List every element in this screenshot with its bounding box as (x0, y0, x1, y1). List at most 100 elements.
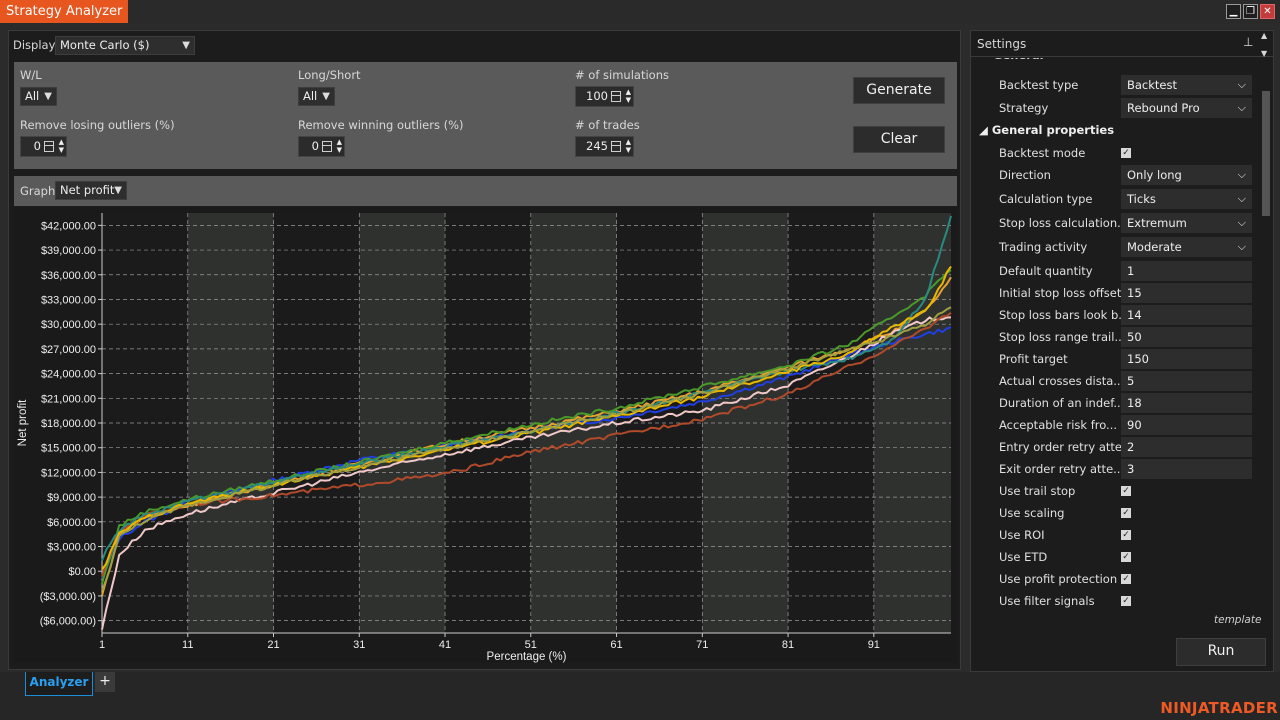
display-select[interactable]: Monte Carlo ($) ▼ (55, 36, 195, 55)
graph-bar: Graph Net profit ▼ (14, 176, 957, 206)
y-tick-label: $0.00 (68, 566, 96, 578)
generate-button[interactable]: Generate (853, 77, 945, 104)
calculation-type-select[interactable]: Ticks ⌵ (1121, 189, 1252, 209)
graph-select[interactable]: Net profit ▼ (55, 181, 127, 200)
actual-crosses-dista-input[interactable]: 5 (1121, 371, 1252, 391)
setting-row-use-trail-stop: Use trail stop ✓ (971, 480, 1253, 502)
close-button[interactable]: ✕ (1260, 4, 1275, 19)
sims-input[interactable]: 100 ▲ ▼ (575, 86, 634, 107)
remove-winning-input[interactable]: 0 ▲ ▼ (298, 136, 345, 157)
exit-order-retry-atte-label: Exit order retry atte... (999, 462, 1125, 476)
close-icon: ✕ (1263, 6, 1272, 17)
y-tick-label: $27,000.00 (41, 344, 96, 356)
chevron-down-icon: ▼ (114, 185, 122, 196)
wl-label: W/L (20, 68, 42, 82)
y-tick-label: $30,000.00 (41, 319, 96, 331)
stop-loss-bars-look-b-label: Stop loss bars look b... (999, 308, 1130, 322)
template-label[interactable]: template (1214, 614, 1261, 626)
stop-loss-range-trail-input[interactable]: 50 (1121, 327, 1252, 347)
caret-down-icon: ◢ (979, 123, 992, 137)
spinner-icon[interactable]: ▲ ▼ (59, 138, 64, 154)
wl-select[interactable]: All ▼ (20, 87, 57, 106)
spinner-icon[interactable]: ▲ ▼ (337, 138, 342, 154)
y-tick-label: $39,000.00 (41, 245, 96, 257)
setting-row-default-quantity: Default quantity 1 (971, 260, 1253, 282)
use-etd-checkbox[interactable]: ✓ (1121, 552, 1131, 562)
longshort-label: Long/Short (298, 68, 361, 82)
run-button[interactable]: Run (1176, 638, 1266, 666)
duration-of-an-indef-label: Duration of an indef... (999, 396, 1125, 410)
wl-value: All (25, 89, 40, 103)
checkmark-icon: ✓ (1122, 574, 1130, 584)
pin-icon[interactable]: ⊥ (1243, 35, 1253, 49)
spinner-icon[interactable]: ▲ ▼ (626, 88, 631, 104)
stop-loss-calculation-select[interactable]: Extremum ⌵ (1121, 213, 1252, 233)
y-tick-label: $24,000.00 (41, 369, 96, 381)
stop-loss-bars-look-b-input[interactable]: 14 (1121, 305, 1252, 325)
use-roi-checkbox[interactable]: ✓ (1121, 530, 1131, 540)
x-tick-label: 1 (99, 639, 105, 651)
scroll-arrows-icon[interactable]: ▲ ▼ (1261, 31, 1267, 58)
setting-row-actual-crosses-dista: Actual crosses dista... 5 (971, 370, 1253, 392)
spinner-icon[interactable]: ▲ ▼ (626, 138, 631, 154)
setting-row-use-profit-protection: Use profit protection ✓ (971, 568, 1253, 590)
strategy-select[interactable]: Rebound Pro ⌵ (1121, 98, 1252, 118)
calculator-icon[interactable] (44, 141, 54, 152)
direction-value: Only long (1127, 168, 1182, 182)
chevron-down-icon: ▼ (44, 91, 52, 102)
calculator-icon[interactable] (322, 141, 332, 152)
profit-target-input[interactable]: 150 (1121, 349, 1252, 369)
initial-stop-loss-offset-input[interactable]: 15 (1121, 283, 1252, 303)
setting-row-calculation-type: Calculation type Ticks ⌵ (971, 188, 1253, 210)
graph-value: Net profit (60, 183, 115, 197)
chevron-down-icon: ▼ (182, 40, 190, 51)
chevron-down-icon: ⌵ (1237, 78, 1246, 91)
add-tab-button[interactable]: + (95, 672, 115, 692)
section-general-properties[interactable]: ◢ General properties (979, 123, 1114, 137)
minimize-button[interactable]: ▁ (1226, 4, 1241, 19)
calculator-icon[interactable] (611, 91, 621, 102)
exit-order-retry-atte-input[interactable]: 3 (1121, 459, 1252, 479)
default-quantity-label: Default quantity (999, 264, 1093, 278)
direction-select[interactable]: Only long ⌵ (1121, 165, 1252, 185)
tab-analyzer[interactable]: Analyzer (25, 672, 93, 696)
section-general[interactable]: General (993, 58, 1044, 62)
x-tick-label: 31 (353, 639, 365, 651)
duration-of-an-indef-input[interactable]: 18 (1121, 393, 1252, 413)
use-scaling-checkbox[interactable]: ✓ (1121, 508, 1131, 518)
y-tick-label: $33,000.00 (41, 294, 96, 306)
clear-button[interactable]: Clear (853, 126, 945, 153)
backtest-mode-checkbox[interactable]: ✓ (1121, 148, 1131, 158)
chevron-down-icon: ⌵ (1237, 168, 1246, 181)
use-scaling-label: Use scaling (999, 506, 1065, 520)
use-trail-stop-checkbox[interactable]: ✓ (1121, 486, 1131, 496)
trading-activity-select[interactable]: Moderate ⌵ (1121, 237, 1252, 257)
use-filter-signals-checkbox[interactable]: ✓ (1121, 596, 1131, 606)
checkmark-icon: ✓ (1122, 552, 1130, 562)
backtest-type-select[interactable]: Backtest ⌵ (1121, 75, 1252, 95)
calculator-icon[interactable] (611, 141, 621, 152)
checkmark-icon: ✓ (1122, 486, 1130, 496)
y-tick-label: $12,000.00 (41, 467, 96, 479)
default-quantity-input[interactable]: 1 (1121, 261, 1252, 281)
x-tick-label: 81 (782, 639, 794, 651)
trades-input[interactable]: 245 ▲ ▼ (575, 136, 634, 157)
settings-scrollbar[interactable] (1261, 61, 1271, 631)
display-value: Monte Carlo ($) (60, 38, 150, 52)
entry-order-retry-atte-input[interactable]: 2 (1121, 437, 1252, 457)
setting-row-use-scaling: Use scaling ✓ (971, 502, 1253, 524)
restore-button[interactable]: ❐ (1243, 4, 1258, 19)
acceptable-risk-fro-input[interactable]: 90 (1121, 415, 1252, 435)
settings-title: Settings (977, 37, 1027, 51)
x-tick-label: 61 (610, 639, 622, 651)
setting-row-stop-loss-bars-look-b: Stop loss bars look b... 14 (971, 304, 1253, 326)
longshort-select[interactable]: All ▼ (298, 87, 335, 106)
filters-panel: W/L All ▼ Long/Short All ▼ # of simulati… (14, 62, 957, 169)
direction-label: Direction (999, 168, 1051, 182)
setting-row-initial-stop-loss-offset: Initial stop loss offset 15 (971, 282, 1253, 304)
use-profit-protection-checkbox[interactable]: ✓ (1121, 574, 1131, 584)
scrollbar-thumb[interactable] (1262, 91, 1270, 216)
remove-losing-input[interactable]: 0 ▲ ▼ (20, 136, 67, 157)
display-label: Display (13, 38, 56, 52)
setting-row-profit-target: Profit target 150 (971, 348, 1253, 370)
